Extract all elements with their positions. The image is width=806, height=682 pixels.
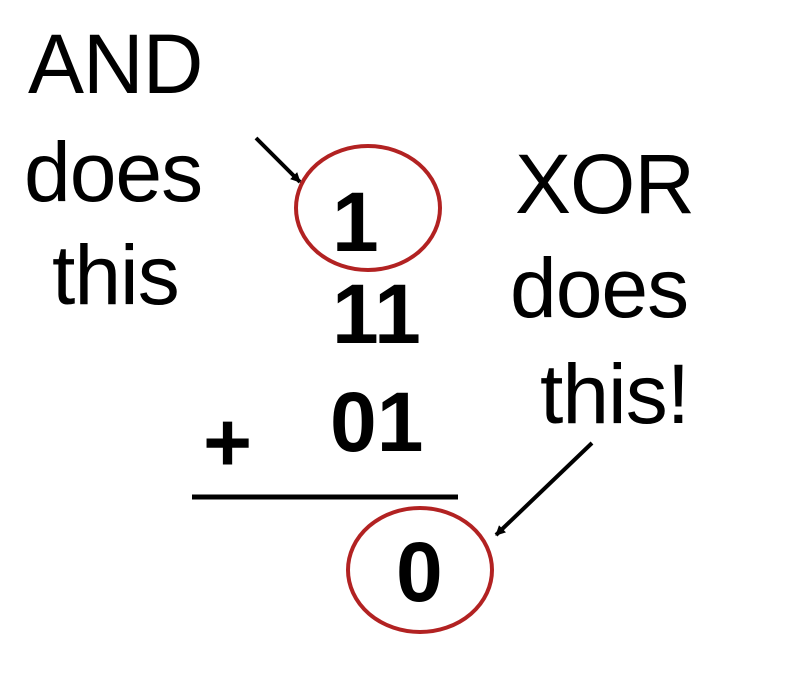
and-arrow	[254, 136, 302, 184]
diagram-graphics	[192, 136, 594, 634]
carry-highlight-circle	[294, 144, 442, 272]
result-highlight-circle	[346, 506, 494, 634]
xor-arrow	[494, 441, 594, 537]
binary-addition-diagram: AND does this XOR does this! 1 11 + 01 0	[0, 0, 806, 682]
